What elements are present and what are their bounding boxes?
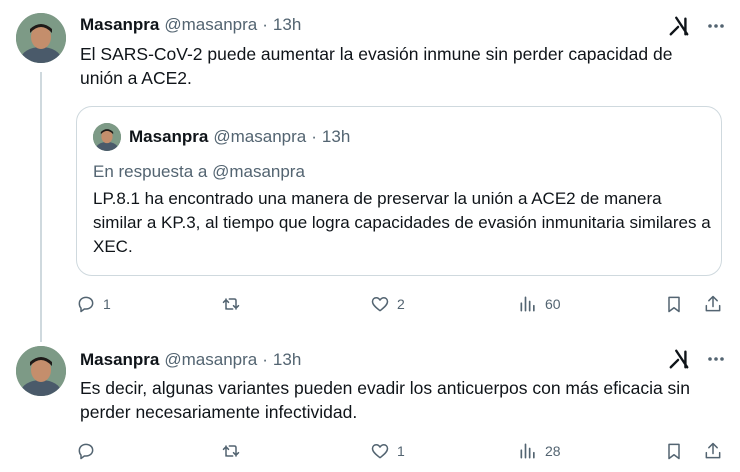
tweet-header: Masanpra @masanpra · 13h (80, 15, 301, 35)
avatar[interactable] (16, 346, 66, 396)
tweet-top-icons (668, 15, 726, 37)
author-handle: @masanpra (213, 127, 307, 146)
author-handle[interactable]: @masanpra (164, 15, 257, 35)
timestamp[interactable]: 13h (273, 350, 301, 370)
reply-button[interactable] (76, 441, 103, 461)
retweet-button[interactable] (221, 294, 248, 314)
thread-line (40, 72, 42, 342)
like-count: 2 (397, 296, 405, 312)
separator-dot: · (262, 15, 268, 34)
like-icon (371, 444, 389, 459)
bookmark-button[interactable] (664, 294, 684, 314)
view-count: 28 (545, 443, 561, 459)
like-button[interactable]: 2 (370, 294, 405, 314)
tweet-text: Es decir, algunas variantes pueden evadi… (80, 378, 690, 422)
share-icon (705, 295, 721, 312)
author-name[interactable]: Masanpra (80, 15, 159, 35)
quoted-tweet[interactable]: Masanpra @masanpra · 13h En respuesta a … (76, 106, 722, 276)
bookmark-button[interactable] (664, 441, 684, 461)
share-button[interactable] (703, 294, 723, 314)
reply-button[interactable]: 1 (76, 294, 111, 314)
author-name[interactable]: Masanpra (80, 350, 159, 370)
reply-icon (78, 296, 94, 313)
reply-to-label: En respuesta a @masanpra (93, 162, 305, 181)
more-icon[interactable] (706, 349, 726, 369)
like-count: 1 (397, 443, 405, 459)
views-button[interactable]: 60 (518, 294, 561, 314)
retweet-icon (222, 298, 240, 310)
reply-icon (78, 443, 94, 460)
author-handle[interactable]: @masanpra (164, 350, 257, 370)
timestamp[interactable]: 13h (273, 15, 301, 35)
quoted-header: Masanpra @masanpra · 13h (129, 127, 350, 147)
avatar[interactable] (93, 123, 121, 151)
bookmark-icon (668, 296, 680, 313)
tweet-text: El SARS-CoV-2 puede aumentar la evasión … (80, 44, 673, 88)
author-name: Masanpra (129, 127, 209, 146)
views-button[interactable]: 28 (518, 441, 561, 461)
like-icon (371, 297, 389, 312)
tweet-top-icons (668, 348, 726, 370)
like-button[interactable]: 1 (370, 441, 405, 461)
reply-count: 1 (103, 296, 111, 312)
quoted-text: LP.8.1 ha encontrado una manera de prese… (93, 189, 711, 256)
tweet-header: Masanpra @masanpra · 13h (80, 350, 301, 370)
retweet-icon (222, 445, 240, 457)
separator-dot: · (311, 127, 317, 146)
action-bar: 1 2 60 (76, 294, 726, 318)
view-count: 60 (545, 296, 561, 312)
share-button[interactable] (703, 441, 723, 461)
retweet-button[interactable] (221, 441, 248, 461)
share-icon (705, 442, 721, 459)
grok-icon[interactable] (668, 15, 690, 37)
grok-icon[interactable] (668, 348, 690, 370)
more-icon[interactable] (706, 16, 726, 36)
action-bar: 1 28 (76, 441, 726, 465)
views-icon (520, 296, 535, 312)
timestamp: 13h (321, 127, 351, 146)
bookmark-icon (668, 443, 680, 460)
views-icon (520, 443, 535, 459)
separator-dot: · (262, 350, 268, 369)
avatar[interactable] (16, 13, 66, 63)
